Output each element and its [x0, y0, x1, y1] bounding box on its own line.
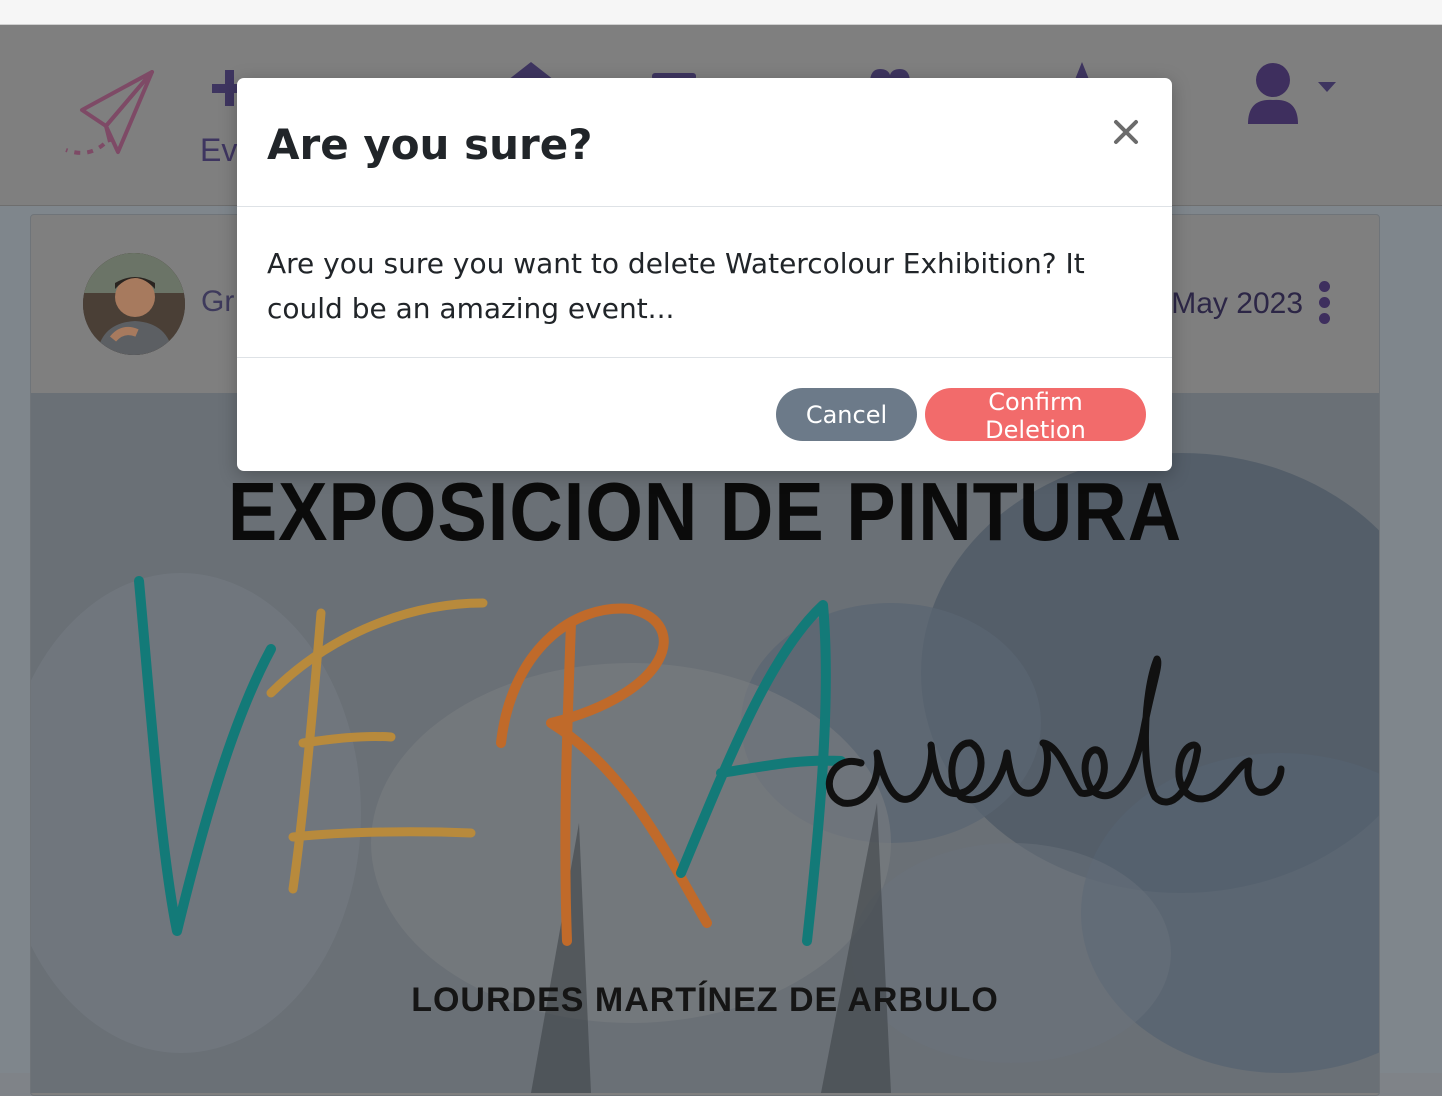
modal-body: Are you sure you want to delete Watercol…	[237, 207, 1172, 358]
modal-header: Are you sure?	[237, 78, 1172, 207]
delete-confirmation-modal: Are you sure? Are you sure you want to d…	[237, 78, 1172, 471]
modal-title: Are you sure?	[267, 120, 593, 169]
cancel-button[interactable]: Cancel	[776, 388, 917, 441]
close-icon[interactable]	[1112, 118, 1140, 146]
browser-top-strip	[0, 0, 1442, 25]
confirm-deletion-button[interactable]: Confirm Deletion	[925, 388, 1146, 444]
modal-message: Are you sure you want to delete Watercol…	[267, 247, 1085, 325]
modal-footer: Cancel Confirm Deletion	[237, 358, 1172, 471]
